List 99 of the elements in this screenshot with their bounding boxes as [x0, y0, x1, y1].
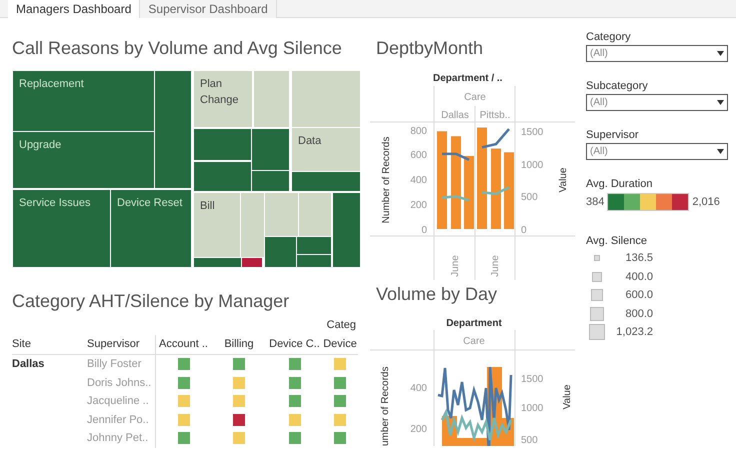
column-header: Billing	[224, 338, 254, 350]
tick-label: 500	[521, 192, 538, 203]
size-square-icon	[592, 272, 602, 282]
supervisor-cell: Billy Foster	[87, 358, 142, 370]
tick-label: 0	[421, 225, 427, 236]
filter-dropdown[interactable]: (All)	[586, 143, 728, 160]
axis-title: Value	[562, 384, 573, 410]
column-header: Device C..	[269, 338, 320, 350]
treemap-tile[interactable]	[292, 172, 360, 191]
column-header: Account ..	[159, 337, 208, 352]
treemap-tile[interactable]	[292, 128, 360, 171]
treemap-tile[interactable]	[194, 71, 252, 127]
tile-label: Upgrade	[19, 139, 62, 151]
tile-label: Device Reset	[117, 197, 182, 209]
tick-label: 1500	[521, 374, 544, 385]
tick-label: 0	[521, 225, 527, 236]
axis-label: June	[450, 255, 461, 277]
tile-label: Replacement	[19, 78, 84, 90]
treemap-tile[interactable]	[194, 162, 251, 191]
tick-label: 1000	[521, 160, 544, 171]
legend-min: 384	[586, 194, 604, 210]
legend-title: Avg. Duration	[586, 177, 654, 192]
size-square-icon	[594, 255, 600, 262]
chart-header: Department	[446, 318, 502, 329]
treemap-tile[interactable]	[111, 190, 191, 267]
treemap-tile[interactable]	[292, 71, 360, 127]
dashboard-tab[interactable]: Supervisor Dashboard	[140, 0, 277, 18]
chart-header: Department / ..	[433, 73, 502, 84]
supervisor-cell: Jennifer Po..	[87, 414, 149, 426]
treemap-tile[interactable]	[13, 132, 154, 188]
group-label: Care	[463, 336, 485, 347]
axis-title: umber of Records	[380, 366, 391, 446]
tile-label: Plan Change	[200, 78, 239, 106]
column-header: Site	[12, 338, 31, 350]
tick-label: 400	[410, 383, 427, 394]
dropdown-caret-icon	[717, 149, 724, 154]
treemap-tile[interactable]	[194, 193, 240, 257]
supervisor-cell: Doris Johns..	[87, 376, 152, 388]
column-group-header: Categ	[326, 318, 356, 333]
column-header: Device	[323, 338, 357, 350]
treemap-tile[interactable]	[155, 71, 191, 188]
filter-label: Supervisor	[586, 128, 640, 143]
treemap-tile[interactable]	[297, 237, 331, 254]
treemap-tile[interactable]	[13, 71, 154, 131]
axis-label: June	[490, 255, 501, 277]
treemap-tile[interactable]	[242, 258, 262, 267]
tile-label: Service Issues	[19, 197, 91, 209]
tick-label: 200	[410, 424, 427, 435]
tick-label: 600	[410, 150, 427, 161]
legend-value: 1,023.2	[615, 325, 653, 340]
panel-label: Pittsb..	[480, 110, 510, 121]
legend-max: 2,016	[692, 194, 720, 210]
filter-label: Category	[586, 30, 632, 45]
tick-label: 1500	[521, 127, 544, 138]
tick-label: 200	[410, 200, 427, 211]
treemap-tile[interactable]	[194, 258, 241, 267]
treemap-tile[interactable]	[254, 71, 289, 127]
group-label: Care	[464, 92, 486, 103]
treemap-tile[interactable]	[241, 193, 264, 257]
treemap-tile[interactable]	[13, 190, 110, 267]
treemap-tile[interactable]	[252, 129, 289, 170]
axis-title: Number of Records	[381, 136, 392, 224]
size-square-icon	[590, 306, 604, 321]
dropdown-caret-icon	[717, 51, 724, 56]
chart-title: Category AHT/Silence by Manager	[12, 290, 290, 313]
dropdown-caret-icon	[717, 100, 724, 105]
supervisor-cell: Johnny Pet..	[87, 432, 148, 444]
treemap-tile[interactable]	[252, 171, 289, 191]
treemap-tile[interactable]	[194, 129, 251, 160]
legend-title: Avg. Silence	[586, 234, 648, 249]
chart-title: DeptbyMonth	[375, 37, 484, 60]
tile-label: Bill	[200, 200, 215, 212]
legend-value: 400.0	[624, 270, 653, 284]
panel-label: Dallas	[441, 110, 469, 121]
legend-value: 136.5	[624, 251, 653, 266]
tick-label: 1000	[521, 403, 544, 414]
treemap-tile[interactable]	[299, 193, 331, 236]
chart-title: Volume by Day	[375, 283, 498, 306]
treemap-tile[interactable]	[333, 193, 360, 267]
column-header: Supervisor	[87, 338, 140, 350]
tile-label: Data	[298, 135, 322, 147]
tick-label: 400	[410, 175, 427, 186]
filter-label: Subcategory	[586, 79, 649, 94]
axis-title: Value	[558, 168, 569, 192]
dashboard-tab[interactable]: Managers Dashboard	[8, 0, 140, 18]
legend-value: 800.0	[624, 306, 653, 322]
legend-value: 600.0	[624, 288, 653, 303]
size-square-icon	[589, 324, 605, 340]
tick-label: 500	[521, 435, 538, 446]
treemap-tile[interactable]	[265, 193, 298, 236]
treemap-tile[interactable]	[297, 255, 331, 267]
filter-dropdown[interactable]: (All)	[586, 45, 728, 62]
filter-dropdown[interactable]: (All)	[586, 94, 728, 111]
chart-title: Call Reasons by Volume and Avg Silence	[12, 37, 343, 60]
size-square-icon	[591, 289, 603, 302]
supervisor-cell: Jacqueline ..	[87, 395, 149, 407]
treemap-tile[interactable]	[265, 237, 296, 267]
site-cell: Dallas	[12, 358, 44, 370]
tick-label: 800	[410, 126, 427, 137]
